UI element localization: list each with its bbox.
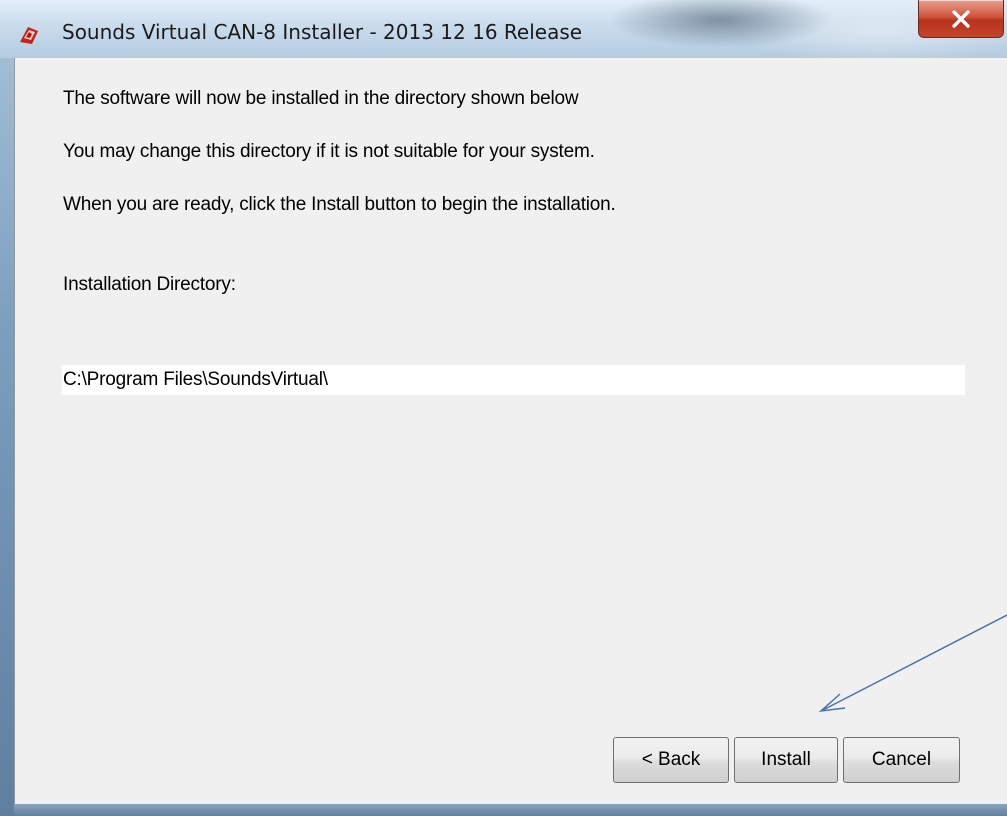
install-button[interactable]: Install bbox=[734, 737, 838, 783]
installer-window: Sounds Virtual CAN-8 Installer - 2013 12… bbox=[0, 0, 1007, 816]
close-icon bbox=[952, 9, 970, 28]
dialog-client-area: The software will now be installed in th… bbox=[14, 58, 1007, 804]
cancel-button[interactable]: Cancel bbox=[843, 737, 960, 783]
info-line-2: You may change this directory if it is n… bbox=[63, 141, 595, 162]
info-line-1: The software will now be installed in th… bbox=[63, 88, 579, 109]
window-title: Sounds Virtual CAN-8 Installer - 2013 12… bbox=[62, 20, 583, 44]
close-button[interactable] bbox=[918, 0, 1004, 38]
title-bar[interactable]: Sounds Virtual CAN-8 Installer - 2013 12… bbox=[0, 0, 1007, 58]
installation-directory-label: Installation Directory: bbox=[63, 274, 236, 295]
window-bottom-border bbox=[14, 804, 1007, 816]
back-button[interactable]: < Back bbox=[613, 737, 729, 783]
installation-directory-input[interactable] bbox=[62, 365, 965, 395]
info-line-3: When you are ready, click the Install bu… bbox=[63, 194, 616, 215]
app-icon bbox=[18, 24, 40, 46]
